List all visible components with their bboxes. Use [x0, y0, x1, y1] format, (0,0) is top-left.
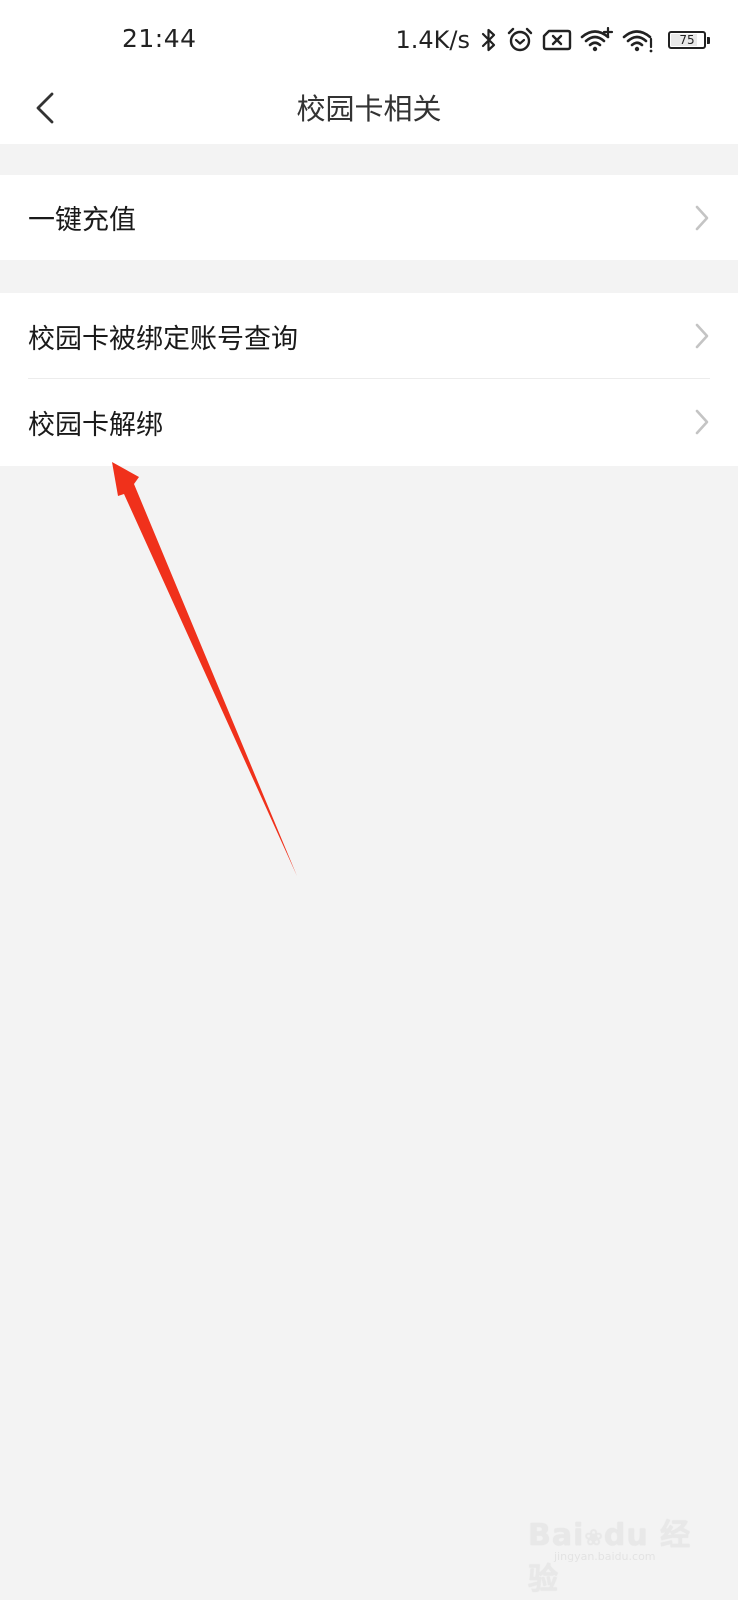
status-bar: 21:44 1.4K/s 75 — [0, 0, 738, 74]
battery-icon: 75 — [668, 31, 710, 49]
navigation-bar: 校园卡相关 — [0, 74, 738, 144]
menu-item-label: 校园卡被绑定账号查询 — [28, 323, 298, 355]
menu-item-card-unbind[interactable]: 校园卡解绑 — [0, 379, 738, 465]
wifi-icon — [622, 27, 654, 53]
status-time: 21:44 — [122, 24, 197, 53]
alarm-icon — [506, 26, 534, 54]
menu-item-one-click-recharge[interactable]: 一键充值 — [0, 175, 738, 260]
network-speed: 1.4K/s — [395, 26, 471, 54]
menu-item-label: 校园卡解绑 — [28, 409, 163, 441]
baidu-watermark-logo: Bai❀du 经验 jingyan.baidu.com — [528, 1510, 698, 1597]
page-title: 校园卡相关 — [296, 92, 442, 126]
sim-disabled-icon — [542, 28, 572, 52]
chevron-right-icon — [694, 408, 710, 436]
wifi-plus-icon — [580, 27, 614, 53]
menu-item-label: 一键充值 — [28, 205, 136, 236]
battery-level: 75 — [679, 33, 695, 47]
bluetooth-icon — [480, 27, 498, 53]
menu-group-card-binding: 校园卡被绑定账号查询 校园卡解绑 — [0, 293, 738, 466]
menu-group-recharge: 一键充值 — [0, 175, 738, 260]
chevron-right-icon — [694, 204, 710, 232]
watermark-subtext: jingyan.baidu.com — [554, 1550, 656, 1563]
chevron-right-icon — [694, 322, 710, 350]
menu-item-bound-account-query[interactable]: 校园卡被绑定账号查询 — [0, 293, 738, 379]
status-icons: 1.4K/s 75 — [395, 20, 710, 60]
